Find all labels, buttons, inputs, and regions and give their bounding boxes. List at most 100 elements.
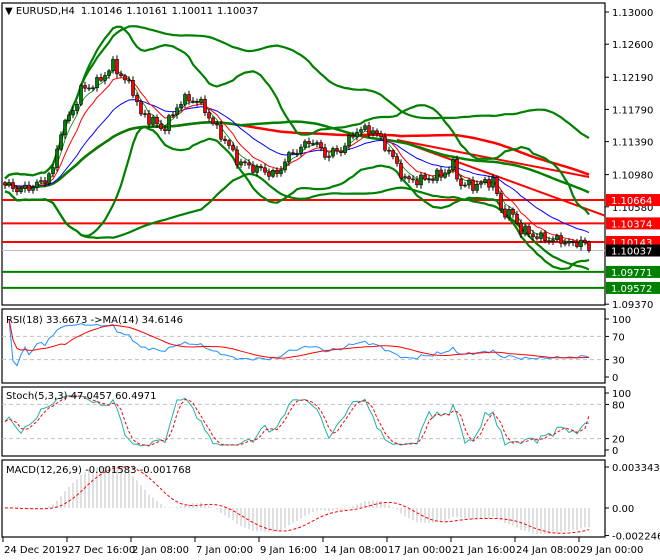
candle-body	[155, 117, 159, 125]
candle-body	[351, 135, 355, 138]
candle-body	[523, 226, 527, 235]
candle-body	[59, 134, 63, 150]
candle-body	[479, 182, 483, 185]
candle[interactable]	[139, 99, 143, 117]
candle-body	[539, 232, 543, 239]
candle-body	[583, 239, 587, 243]
price-tag-label: 1.09771	[611, 268, 652, 279]
candle-body	[207, 112, 211, 119]
candle-body	[75, 103, 79, 111]
candle-body	[427, 178, 431, 181]
candle[interactable]	[587, 240, 591, 253]
candle-body	[527, 226, 531, 235]
rsi-label: RSI(18) 33.6673 ->MA(14) 34.6146	[6, 315, 183, 326]
candle-body	[519, 222, 523, 235]
candle-body	[223, 138, 227, 141]
price-axis-label: 1.13000	[612, 8, 653, 19]
candle-body	[535, 236, 539, 239]
stoch-axis-label: 100	[612, 389, 631, 400]
price-axis-label: 1.11790	[612, 105, 653, 116]
candle-body	[87, 87, 91, 90]
price-axis-label: 1.12190	[612, 73, 653, 84]
ohlc-open: 1.10146	[81, 6, 122, 17]
time-axis-label: 14 Jan 08:00	[324, 545, 387, 556]
candle-body	[375, 130, 379, 134]
candle-body	[71, 110, 75, 116]
candle[interactable]	[55, 145, 59, 172]
candle-body	[391, 150, 395, 157]
candle-body	[35, 181, 39, 188]
candle-body	[387, 149, 391, 152]
candle-body	[15, 188, 19, 193]
candle-body	[247, 162, 251, 166]
candle-body	[327, 155, 331, 158]
candle-body	[463, 184, 467, 187]
candle-body	[255, 166, 259, 173]
candle-body	[383, 136, 387, 151]
rsi-axis-label: 0	[612, 373, 618, 384]
price-tag-label: 1.09572	[611, 284, 652, 295]
symbol-label: EURUSD,H4	[16, 6, 75, 17]
candle-body	[423, 174, 427, 180]
candle-body	[483, 179, 487, 183]
main-panel-frame	[1, 2, 606, 306]
price-tag-label: 1.10374	[611, 219, 652, 230]
candle-body	[555, 235, 559, 241]
candle-body	[183, 94, 187, 105]
candle-body	[507, 209, 511, 218]
candle-body	[355, 131, 359, 138]
candle-body	[27, 184, 31, 191]
candle-body	[111, 59, 115, 72]
candle-body	[335, 148, 339, 152]
candle-body	[587, 241, 591, 251]
candle-body	[55, 148, 59, 168]
candle-body	[67, 114, 71, 121]
candle-body	[295, 152, 299, 155]
candle-body	[319, 142, 323, 149]
candle[interactable]	[79, 83, 83, 106]
candle-body	[99, 77, 103, 81]
candle-body	[79, 85, 83, 105]
ohlc-close: 1.10037	[217, 6, 258, 17]
price-axis-label: 1.12600	[612, 40, 653, 51]
candle-body	[455, 158, 459, 180]
time-axis-label: 29 Jan 00:00	[580, 545, 643, 556]
candle-body	[491, 177, 495, 188]
main-price-panel[interactable]	[1, 2, 606, 306]
candle-body	[367, 125, 371, 135]
candle-body	[311, 142, 315, 145]
time-axis-label: 27 Dec 16:00	[68, 545, 135, 556]
macd-axis-label: 0.00	[612, 504, 634, 515]
candle-body	[283, 161, 287, 171]
candle[interactable]	[455, 155, 459, 182]
candle-body	[275, 170, 279, 174]
candle-body	[443, 172, 447, 178]
candle-body	[543, 232, 547, 242]
price-axis-label: 1.11390	[612, 138, 653, 149]
candle-body	[267, 171, 271, 177]
stoch-axis-label: 20	[612, 435, 625, 446]
candle-body	[199, 98, 203, 103]
candle-body	[19, 188, 23, 193]
candle-body	[259, 166, 263, 169]
candle-body	[559, 235, 563, 244]
candle[interactable]	[495, 175, 499, 197]
candle-body	[235, 149, 239, 166]
candle-body	[203, 98, 207, 114]
candle-body	[579, 239, 583, 247]
candle-body	[115, 59, 119, 75]
candle-body	[439, 169, 443, 178]
candle-body	[547, 240, 551, 243]
price-axis-label: 1.09370	[612, 300, 653, 311]
candle-body	[471, 179, 475, 191]
collapse-triangle-icon[interactable]: ▼	[5, 6, 16, 17]
trading-chart[interactable]: 1.13000 1.12600 1.12190 1.11790 1.11390 1.109…	[0, 0, 660, 560]
candle-body	[131, 80, 135, 96]
candle-body	[91, 87, 95, 90]
candle-body	[551, 239, 555, 242]
candle-body	[271, 170, 275, 177]
candle-body	[343, 145, 347, 154]
candle-body	[219, 124, 223, 140]
candle-body	[263, 167, 267, 173]
candle-body	[151, 117, 155, 125]
